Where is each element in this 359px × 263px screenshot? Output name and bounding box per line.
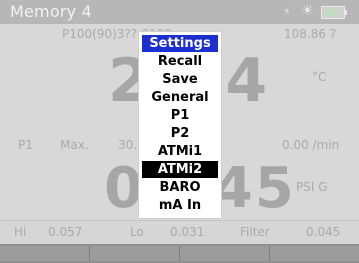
menu-item-atmi2[interactable]: ATMi2	[142, 161, 218, 178]
menu-item-save[interactable]: Save	[142, 71, 218, 88]
settings-menu: Settings Recall Save General P1 P2 ATMi1…	[138, 31, 222, 219]
menu-item-recall[interactable]: Recall	[142, 53, 218, 70]
menu-item-atmi1[interactable]: ATMi1	[142, 143, 218, 160]
filter-label: Filter	[240, 225, 270, 239]
soft-key-4[interactable]	[270, 246, 359, 261]
usb-icon: ⚡	[283, 5, 291, 18]
battery-fill	[324, 9, 338, 16]
device-screen: Memory 4 ⚡ ☀ P100(90)3??-0100 108.86 ? 2…	[0, 0, 359, 263]
battery-tip	[345, 10, 347, 15]
menu-item-general[interactable]: General	[142, 89, 218, 106]
filter-value: 0.045	[306, 225, 341, 239]
menu-item-p1[interactable]: P1	[142, 107, 218, 124]
hi-label: Hi	[14, 225, 27, 239]
soft-key-2[interactable]	[90, 246, 180, 261]
lo-value: 0.031	[170, 225, 205, 239]
sun-icon: ☀	[301, 3, 314, 19]
mid-rate-left: 30.	[118, 138, 138, 152]
title-bar: Memory 4 ⚡ ☀	[0, 0, 359, 24]
hi-value: 0.057	[48, 225, 83, 239]
top-unit: °C	[312, 70, 327, 84]
settings-menu-title: Settings	[142, 35, 218, 52]
mid-unit: PSI G	[296, 180, 328, 194]
mid-mode: Max.	[60, 138, 89, 152]
menu-item-ma-in[interactable]: mA In	[142, 197, 218, 214]
mid-rate: 0.00 /min	[282, 138, 340, 152]
battery-icon	[321, 6, 347, 19]
menu-item-baro[interactable]: BARO	[142, 179, 218, 196]
menu-item-p2[interactable]: P2	[142, 125, 218, 142]
soft-key-3[interactable]	[180, 246, 270, 261]
window-title: Memory 4	[10, 2, 92, 21]
soft-key-1[interactable]	[0, 246, 90, 261]
top-header-right: 108.86 ?	[284, 27, 337, 41]
soft-keys	[0, 244, 359, 263]
mid-channel: P1	[18, 138, 33, 152]
lo-label: Lo	[130, 225, 144, 239]
stats-row: Hi 0.057 Lo 0.031 Filter 0.045	[0, 220, 359, 245]
